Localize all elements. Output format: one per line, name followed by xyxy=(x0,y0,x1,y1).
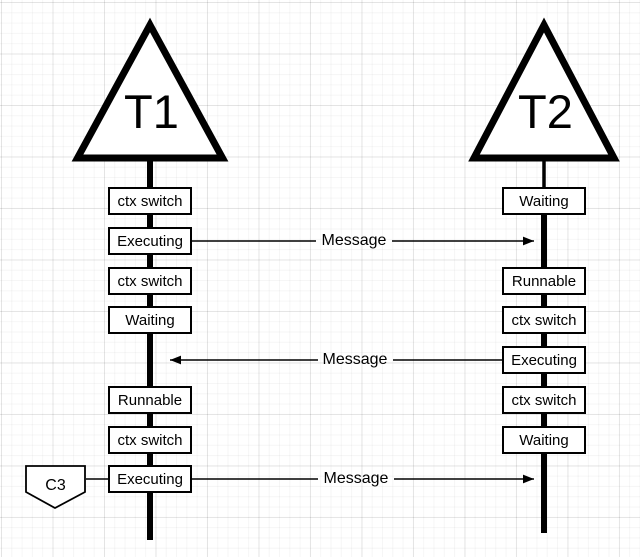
diagram-vector-layer xyxy=(25,17,620,540)
t1-state-box-0 xyxy=(108,187,192,215)
t2-state-box-0 xyxy=(502,187,586,215)
thread-t2-group xyxy=(468,17,620,533)
t2-state-box-1 xyxy=(502,267,586,295)
t2-thread-triangle xyxy=(468,17,620,162)
t1-state-box-4 xyxy=(108,386,192,414)
t2-state-box-2 xyxy=(502,306,586,334)
t1-state-box-2 xyxy=(108,267,192,295)
t1-state-box-3 xyxy=(108,306,192,334)
t2-state-box-5 xyxy=(502,426,586,454)
thread-t1-group xyxy=(71,17,229,540)
t1-thread-triangle xyxy=(71,17,229,162)
t1-state-box-5 xyxy=(108,426,192,454)
t1-state-box-6 xyxy=(108,465,192,493)
t2-state-box-3 xyxy=(502,346,586,374)
c3-pentagon-shape xyxy=(25,465,86,510)
node-c3-group xyxy=(25,465,109,510)
t2-state-box-4 xyxy=(502,386,586,414)
t1-state-box-1 xyxy=(108,227,192,255)
diagram-canvas: T1 T2 ctx switch Executing ctx switch Wa… xyxy=(0,0,640,557)
